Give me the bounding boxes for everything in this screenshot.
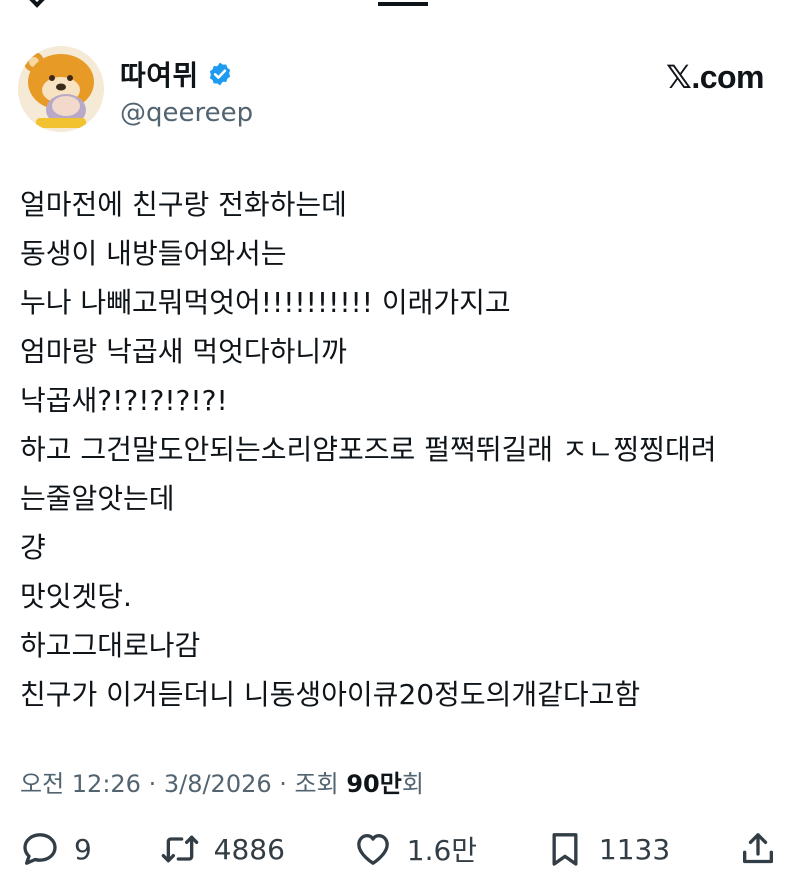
reply-count: 9 [74, 832, 92, 866]
tweet-line: 누나 나빼고뭐먹엇어!!!!!!!!!! 이래가지고 [20, 286, 511, 319]
retweet-count: 4886 [213, 832, 285, 866]
tweet-line: 엄마랑 낙곱새 먹엇다하니까 [20, 335, 347, 368]
share-upload-icon [742, 833, 773, 864]
tweet-line: 얼마전에 친구랑 전화하는데 [20, 188, 347, 221]
tweet-header: 따여뮈 @qeereep 𝕏.com [18, 46, 764, 134]
user-handle[interactable]: @qeereep [120, 98, 253, 128]
cropped-top-bar [0, 0, 800, 8]
tweet-meta: 오전 12:26 · 3/8/2026 · 조회 90만회 [20, 764, 424, 799]
meta-separator: · [140, 770, 164, 798]
bookmark-count: 1133 [598, 832, 671, 866]
retweet-button[interactable]: 4886 [160, 829, 285, 869]
bookmark-button[interactable]: 1133 [545, 829, 670, 869]
like-count: 1.6만 [406, 834, 478, 867]
tweet-line: 걍 [20, 531, 46, 564]
cropped-title [378, 0, 428, 6]
tweet-line: 낙곱새?!?!?!?!?! [20, 384, 228, 417]
meta-separator: · [271, 770, 295, 798]
tweet-line: 동생이 내방들어와서는 [20, 237, 287, 270]
tweet-text: 얼마전에 친구랑 전화하는데 동생이 내방들어와서는 누나 나빼고뭐먹엇어!!!… [20, 180, 780, 719]
back-arrow-icon[interactable] [24, 0, 50, 8]
display-name[interactable]: 따여뮈 [120, 54, 199, 94]
tweet-line: 친구가 이거듣더니 니동생아이큐20정도의개같다고함 [20, 678, 641, 711]
like-button[interactable]: 1.6만 [353, 829, 477, 869]
avatar[interactable] [18, 46, 104, 132]
tweet-date[interactable]: 3/8/2026 [164, 770, 272, 798]
tweet-line: 하고 그건말도안되는소리얌포즈로 펄쩍뛰길래 ㅈㄴ찡찡대려 [20, 433, 717, 466]
views-count: 90만 [346, 770, 402, 798]
views-suffix: 회 [401, 770, 424, 798]
tweet-time[interactable]: 오전 12:26 [20, 770, 141, 798]
avatar-bear-hood-icon [18, 46, 104, 132]
bookmark-icon [552, 833, 578, 866]
reply-button[interactable]: 9 [20, 829, 92, 869]
tweet-line: 하고그대로나감 [20, 629, 201, 662]
x-com-logo: 𝕏.com [666, 59, 764, 95]
reply-bubble-icon [23, 833, 57, 865]
action-bar: 9 4886 1.6만 1133 [20, 826, 778, 872]
retweet-icon [161, 835, 198, 863]
share-button[interactable] [738, 829, 778, 869]
tweet-line: 맛잇겟당. [20, 580, 132, 613]
views-label: 조회 [294, 770, 339, 798]
tweet-line: 는줄알앗는데 [20, 482, 175, 515]
heart-icon [356, 834, 389, 865]
verified-badge-icon [209, 62, 230, 86]
